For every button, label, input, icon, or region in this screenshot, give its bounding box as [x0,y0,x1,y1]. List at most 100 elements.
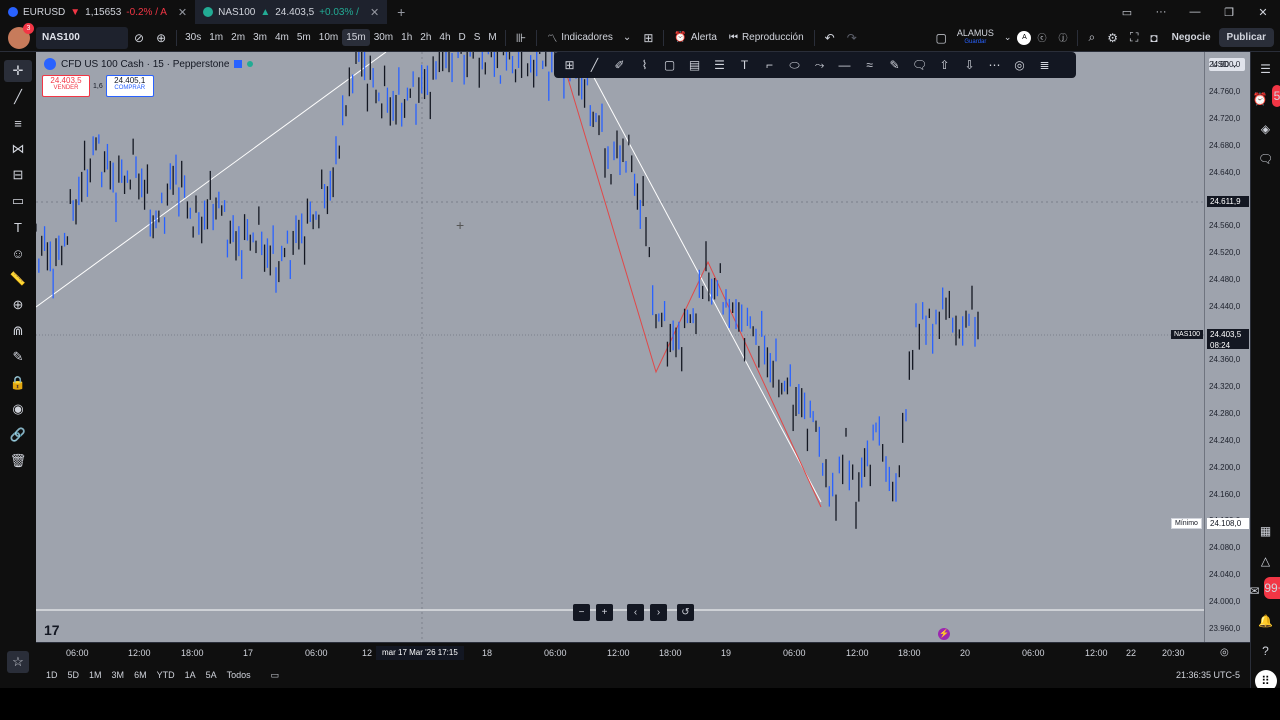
path-icon[interactable]: ⤳ [810,58,829,73]
minimize-icon[interactable]: — [1178,6,1212,18]
candles-icon[interactable]: ⊪ [510,31,532,45]
crosshair-icon[interactable]: ✛ [4,60,32,82]
parallel-icon[interactable]: ☰ [710,58,729,72]
new-tab-icon[interactable]: + [387,4,415,20]
lightning-icon[interactable]: ⚡ [938,628,950,640]
search-icon[interactable]: ⌕ [1082,30,1101,45]
range-6M[interactable]: 6M [134,670,147,680]
trade-button[interactable]: Negocie [1164,28,1219,47]
calendar-icon[interactable]: ▦ [1255,520,1277,542]
scroll-left-icon[interactable]: ‹ [627,604,644,621]
forecast-icon[interactable]: ⊟ [4,164,32,186]
shapes-icon[interactable]: ▭ [4,190,32,212]
indicators-button[interactable]: 〽 Indicadores ⌄ [541,30,637,45]
trash-icon[interactable]: 🗑 [4,450,32,472]
interval-4m[interactable]: 4m [271,29,293,46]
pen-icon[interactable]: ✎ [885,58,904,72]
time-settings-icon[interactable]: ◎ [1220,647,1229,658]
close-tab-icon[interactable]: ✕ [370,6,379,19]
comment-icon[interactable]: 🗨 [910,58,929,72]
interval-10m[interactable]: 10m [315,29,342,46]
interval-3m[interactable]: 3m [249,29,271,46]
arrow-down-icon[interactable]: ⇩ [960,58,979,72]
buy-button[interactable]: 24.405,1 COMPRAR [105,75,154,97]
ruler-icon[interactable]: 📏 [4,268,32,290]
interval-15m[interactable]: 15m [342,29,370,46]
wave-icon[interactable]: ≈ [860,58,879,72]
clock[interactable]: 21:36:35 UTC-5 [1176,670,1240,680]
trendline-icon[interactable]: ╱ [4,86,32,108]
calendar-range-icon[interactable]: ▭ [271,670,280,681]
layout-icon[interactable]: ▢ [930,31,953,45]
interval-1m[interactable]: 1m [205,29,227,46]
range-1D[interactable]: 1D [46,670,58,680]
scroll-right-icon[interactable]: › [650,604,667,621]
add-symbol-icon[interactable]: ⊕ [150,31,172,45]
text-tool-icon[interactable]: T [735,58,754,72]
dash-icon[interactable]: ⋯ [985,58,1004,72]
avatar[interactable]: 3 [8,22,34,49]
publish-button[interactable]: Publicar [1218,28,1274,47]
grid-icon[interactable]: ⊞ [560,58,579,72]
replay-button[interactable]: ⏮ Reproducción [723,32,810,43]
alerts-icon[interactable]: ⏰ 5 [1253,85,1280,110]
sell-button[interactable]: 24.403,5 VENDER [42,75,90,97]
symbol-search-input[interactable]: NAS100 [36,26,128,49]
ideas-icon[interactable]: △ [1255,550,1277,572]
time-axis[interactable]: 06:00 12:00 18:00 17 06:00 12 18 06:00 12:00 18:0… [36,642,1250,662]
tab-nas100[interactable]: NAS100 ▲ 24.403,5 +0.03% / ✕ [195,0,388,24]
bell-icon[interactable]: 🔔 [1255,610,1277,632]
undo-icon[interactable]: ↶ [819,31,841,45]
line-icon[interactable]: ╱ [585,58,604,72]
reset-icon[interactable]: ↺ [677,604,694,621]
templates-icon[interactable]: ⊞ [637,31,659,45]
interval-1h[interactable]: 1h [397,29,416,46]
close-window-icon[interactable]: ✕ [1246,6,1280,19]
interval-2h[interactable]: 2h [416,29,435,46]
interval-4h[interactable]: 4h [435,29,454,46]
ray-icon[interactable]: ⌐ [760,58,779,72]
alert-button[interactable]: ⏰ Alerta [668,32,723,43]
magnet-icon[interactable]: ⋒ [4,320,32,342]
tab-eurusd[interactable]: EURUSD ▼ 1,15653 -0.2% / A ✕ [0,0,195,24]
pencil-lock-icon[interactable]: ✎ [4,346,32,368]
brush-icon[interactable]: ✐ [610,58,629,72]
patterns-icon[interactable]: ⋈ [4,138,32,160]
zoom-in-icon[interactable]: + [596,604,613,621]
layout-name[interactable]: ALAMUS Guardar [953,28,998,47]
polyline-icon[interactable]: ⌇ [635,58,654,72]
compare-icon[interactable]: ⊘ [128,31,150,45]
chevron-down-icon[interactable]: ⌄ [998,32,1018,43]
range-3M[interactable]: 3M [112,670,125,680]
range-YTD[interactable]: YTD [157,670,175,680]
channel-icon[interactable]: ▤ [685,58,704,72]
fib-icon[interactable]: ≡ [4,112,32,134]
interval-5m[interactable]: 5m [293,29,315,46]
maximize-icon[interactable]: ❐ [1212,6,1246,19]
fullscreen-icon[interactable]: ⛶ [1124,30,1144,45]
notifications-icon[interactable]: ✉99+ [1249,577,1280,602]
range-1A[interactable]: 1A [185,670,196,680]
chat-icon[interactable]: 🗨 [1255,148,1277,170]
screen-share-icon[interactable]: ▭ [1110,6,1144,19]
interval-30m[interactable]: 30m [370,29,397,46]
auto-scale-icon[interactable]: A [1017,30,1032,45]
copy-icon[interactable]: ⓒ [1031,31,1052,44]
redo-icon[interactable]: ↷ [841,31,863,45]
ellipse-icon[interactable]: ⬭ [785,58,804,73]
camera-icon[interactable]: ◘ [1144,31,1163,45]
zoom-icon[interactable]: ⊕ [4,294,32,316]
price-axis[interactable]: USD ⌄ 24.800,0 24.760,0 24.720,0 24.680,0 24… [1204,52,1250,642]
range-1M[interactable]: 1M [89,670,102,680]
close-tab-icon[interactable]: ✕ [178,6,187,19]
help-icon[interactable]: ? [1255,640,1277,662]
emoji-icon[interactable]: ☺ [4,242,32,264]
interval-M[interactable]: M [484,29,500,46]
interval-S[interactable]: S [470,29,485,46]
zoom-out-icon[interactable]: − [573,604,590,621]
link-icon[interactable]: 🔗 [4,424,32,446]
chart-pane[interactable]: + CFD US 100 Cash · 15 · Pepperstone 24.… [36,52,1204,642]
settings-icon[interactable]: ⚙ [1101,31,1124,45]
text-icon[interactable]: T [4,216,32,238]
range-5A[interactable]: 5A [206,670,217,680]
